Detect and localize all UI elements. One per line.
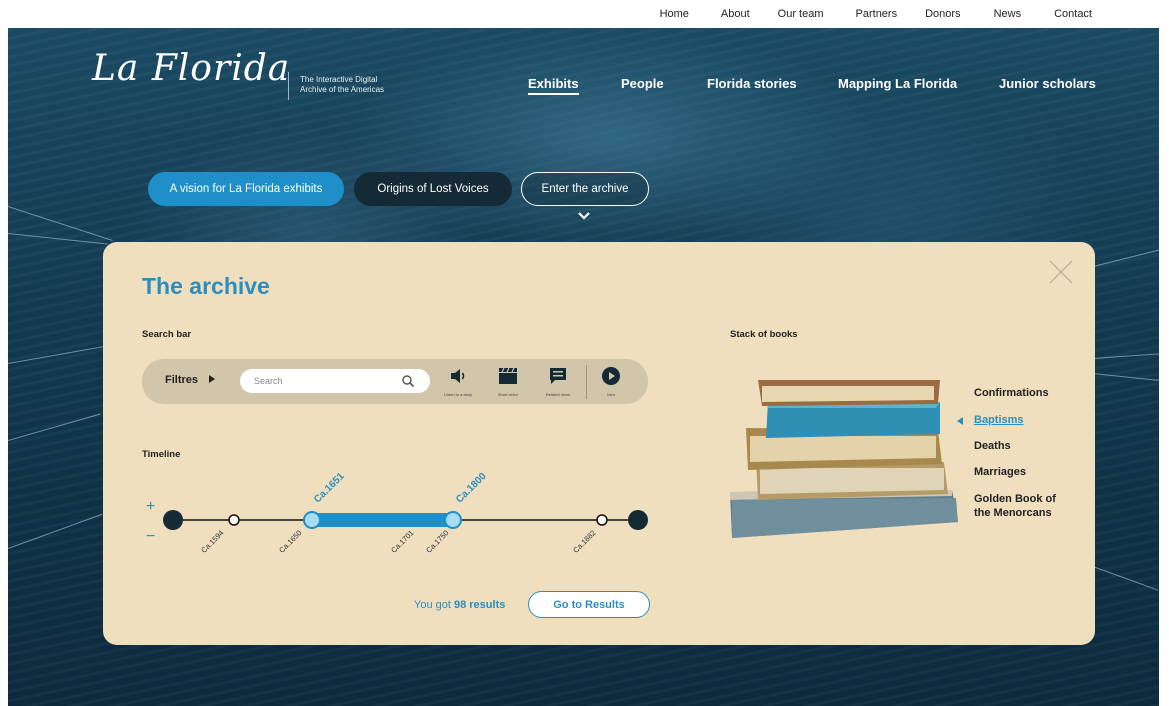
timeline-zoom-out[interactable]: − [146, 528, 155, 546]
main-nav-junior-scholars[interactable]: Junior scholars [999, 76, 1096, 91]
timeline-label: Timeline [142, 449, 181, 460]
stack-of-books-label: Stack of books [730, 329, 798, 340]
top-nav-home[interactable]: Home [660, 8, 689, 20]
results-prefix: You got [414, 599, 451, 611]
decor-ray [1092, 373, 1159, 382]
main-nav-mapping-la-florida[interactable]: Mapping La Florida [838, 76, 957, 91]
timeline-handle-start[interactable] [303, 511, 321, 529]
top-nav: Home About Our team Partners Donors News… [660, 0, 1169, 28]
speaker-icon [451, 369, 465, 383]
timeline-handle-end[interactable] [444, 511, 462, 529]
close-icon[interactable] [1049, 260, 1073, 284]
book-golden-book-line2[interactable]: the Menorcans [974, 507, 1052, 520]
go-to-results-button[interactable]: Go to Results [528, 591, 650, 618]
top-nav-about[interactable]: About [721, 8, 750, 20]
short-video-caption: Short video [497, 392, 519, 397]
tab-origins-lost-voices[interactable]: Origins of Lost Voices [354, 172, 512, 206]
timeline-selected-range[interactable] [311, 513, 453, 527]
archive-title: The archive [142, 273, 270, 299]
decor-ray [1093, 353, 1159, 359]
top-nav-news[interactable]: News [994, 8, 1022, 20]
top-nav-partners[interactable]: Partners [856, 8, 898, 20]
results-count: 98 results [453, 599, 506, 611]
clapperboard-icon [499, 367, 517, 384]
search-bar-label: Search bar [142, 329, 192, 340]
decor-ray [8, 513, 103, 549]
main-nav-people[interactable]: People [621, 76, 664, 91]
book-baptisms[interactable]: Baptisms [974, 414, 1024, 427]
top-nav-contact[interactable]: Contact [1054, 8, 1092, 20]
book-marriages[interactable]: Marriages [974, 466, 1026, 479]
timeline-zoom-in[interactable]: + [146, 498, 155, 516]
decor-ray [1093, 249, 1159, 267]
filters-button[interactable]: Filtres [165, 374, 216, 386]
decor-ray [1092, 566, 1159, 591]
book-stack-image [730, 380, 958, 538]
related-news-button[interactable]: Related news [538, 366, 578, 400]
timeline-start-node[interactable] [163, 510, 183, 530]
book-confirmations[interactable]: Confirmations [974, 387, 1049, 400]
timeline-end-node[interactable] [628, 510, 648, 530]
listen-story-button[interactable]: Listen to a story [438, 366, 478, 400]
timeline-node[interactable] [596, 514, 608, 526]
chevron-down-icon [578, 212, 590, 220]
decor-ray [8, 345, 107, 364]
short-video-button[interactable]: Short video [488, 366, 528, 400]
main-nav-florida-stories[interactable]: Florida stories [707, 76, 797, 91]
top-nav-donors[interactable]: Donors [925, 8, 960, 20]
tab-enter-archive[interactable]: Enter the archive [521, 172, 649, 206]
book-deaths[interactable]: Deaths [974, 440, 1011, 453]
tab-vision-exhibits[interactable]: A vision for La Florida exhibits [148, 172, 344, 206]
book-golden-book-line1[interactable]: Golden Book of [974, 493, 1056, 506]
comment-icon [550, 368, 566, 384]
play-icon [602, 367, 620, 385]
results-summary: You got 98 results [414, 599, 505, 611]
timeline-node[interactable] [228, 514, 240, 526]
related-news-caption: Related news [545, 392, 571, 397]
decor-ray [8, 413, 101, 441]
caret-left-icon [957, 417, 963, 425]
main-nav-exhibits[interactable]: Exhibits [528, 76, 579, 95]
top-nav-our-team[interactable]: Our team [778, 8, 824, 20]
intro-button[interactable]: Intro [591, 366, 631, 400]
search-icon[interactable] [401, 374, 415, 388]
caret-right-icon [209, 375, 216, 383]
toolbar-divider [586, 365, 587, 399]
intro-caption: Intro [606, 392, 615, 397]
listen-story-caption: Listen to a story [443, 392, 473, 397]
filters-label: Filtres [165, 374, 199, 386]
top-bar: Home About Our team Partners Donors News… [0, 0, 1169, 28]
main-nav: Exhibits People Florida stories Mapping … [0, 76, 1169, 96]
